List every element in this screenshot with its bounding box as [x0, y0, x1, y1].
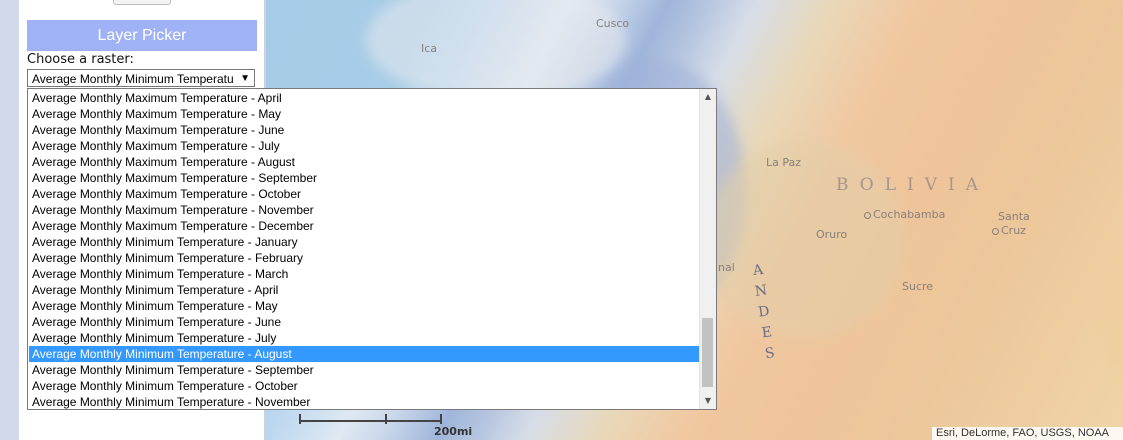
map-label-santa-cruz-2: Cruz	[992, 224, 1026, 237]
raster-select[interactable]: Average Monthly Minimum Temperature - Au…	[27, 69, 255, 87]
dropdown-option[interactable]: Average Monthly Maximum Temperature - Au…	[29, 154, 699, 170]
map-label-partial: nal	[718, 261, 735, 274]
scale-bar	[299, 412, 442, 424]
raster-dropdown-list[interactable]: Average Monthly Maximum Temperature - Ap…	[27, 88, 717, 410]
map-label-la-paz: La Paz	[766, 156, 802, 169]
dropdown-option[interactable]: Average Monthly Maximum Temperature - No…	[29, 202, 699, 218]
city-dot-icon	[992, 227, 999, 235]
scale-bar-line	[299, 420, 442, 422]
panel-edge	[0, 0, 19, 440]
choose-raster-label: Choose a raster:	[27, 52, 134, 67]
map-label-sucre: Sucre	[902, 280, 934, 293]
map-label-santa-cruz-1: Santa	[998, 210, 1030, 223]
dropdown-option[interactable]: Average Monthly Maximum Temperature - De…	[29, 218, 699, 234]
raster-select-value: Average Monthly Minimum Temperature - Au…	[32, 72, 234, 86]
dropdown-option[interactable]: Average Monthly Maximum Temperature - Ap…	[29, 90, 699, 106]
city-dot-icon	[864, 211, 871, 219]
dropdown-option[interactable]: Average Monthly Maximum Temperature - Ju…	[29, 138, 699, 154]
map-label-cusco: Cusco	[596, 17, 630, 30]
dropdown-option[interactable]: Average Monthly Minimum Temperature - Au…	[29, 346, 699, 362]
dropdown-option[interactable]: Average Monthly Maximum Temperature - Ju…	[29, 122, 699, 138]
dropdown-option[interactable]: Average Monthly Maximum Temperature - Oc…	[29, 186, 699, 202]
scale-bar-tick	[385, 414, 387, 424]
layer-picker-header: Layer Picker	[27, 20, 257, 51]
map-attribution: Esri, DeLorme, FAO, USGS, NOAA	[932, 427, 1123, 440]
terrain-shading	[706, 140, 906, 340]
scroll-up-icon[interactable]: ▲	[700, 89, 716, 105]
dropdown-option[interactable]: Average Monthly Minimum Temperature - Ju…	[29, 314, 699, 330]
dropdown-option[interactable]: Average Monthly Minimum Temperature - Ma…	[29, 298, 699, 314]
scroll-down-icon[interactable]: ▼	[700, 393, 716, 409]
dropdown-option[interactable]: Average Monthly Maximum Temperature - Se…	[29, 170, 699, 186]
map-label-country: BOLIVIA	[836, 175, 990, 195]
map-label-ica: Ica	[421, 42, 438, 55]
dropdown-option[interactable]: Average Monthly Maximum Temperature - Ma…	[29, 106, 699, 122]
scale-label: 200mi	[434, 425, 473, 438]
scale-bar-tick	[440, 414, 442, 424]
dropdown-option[interactable]: Average Monthly Minimum Temperature - Ju…	[29, 330, 699, 346]
dropdown-options: Average Monthly Maximum Temperature - Ap…	[29, 90, 699, 410]
dropdown-option[interactable]: Average Monthly Minimum Temperature - Fe…	[29, 250, 699, 266]
dropdown-option[interactable]: Average Monthly Minimum Temperature - Ja…	[29, 234, 699, 250]
scrollbar-thumb[interactable]	[702, 318, 713, 387]
scale-bar-tick	[299, 414, 301, 424]
terrain-shading	[366, 0, 626, 100]
map-label-cochabamba: Cochabamba	[864, 208, 945, 221]
map-label-oruro: Oruro	[816, 228, 848, 241]
chevron-down-icon: ▼	[240, 73, 250, 84]
dropdown-option[interactable]: Average Monthly Minimum Temperature - Ap…	[29, 282, 699, 298]
dropdown-option[interactable]: Average Monthly Minimum Temperature - Oc…	[29, 378, 699, 394]
dropdown-scrollbar[interactable]: ▲ ▼	[699, 89, 716, 409]
dropdown-option[interactable]: Average Monthly Minimum Temperature - Ma…	[29, 266, 699, 282]
dropdown-option[interactable]: Average Monthly Minimum Temperature - Se…	[29, 362, 699, 378]
dropdown-option[interactable]: Average Monthly Minimum Temperature - No…	[29, 394, 699, 410]
panel-top-button[interactable]	[113, 0, 171, 5]
